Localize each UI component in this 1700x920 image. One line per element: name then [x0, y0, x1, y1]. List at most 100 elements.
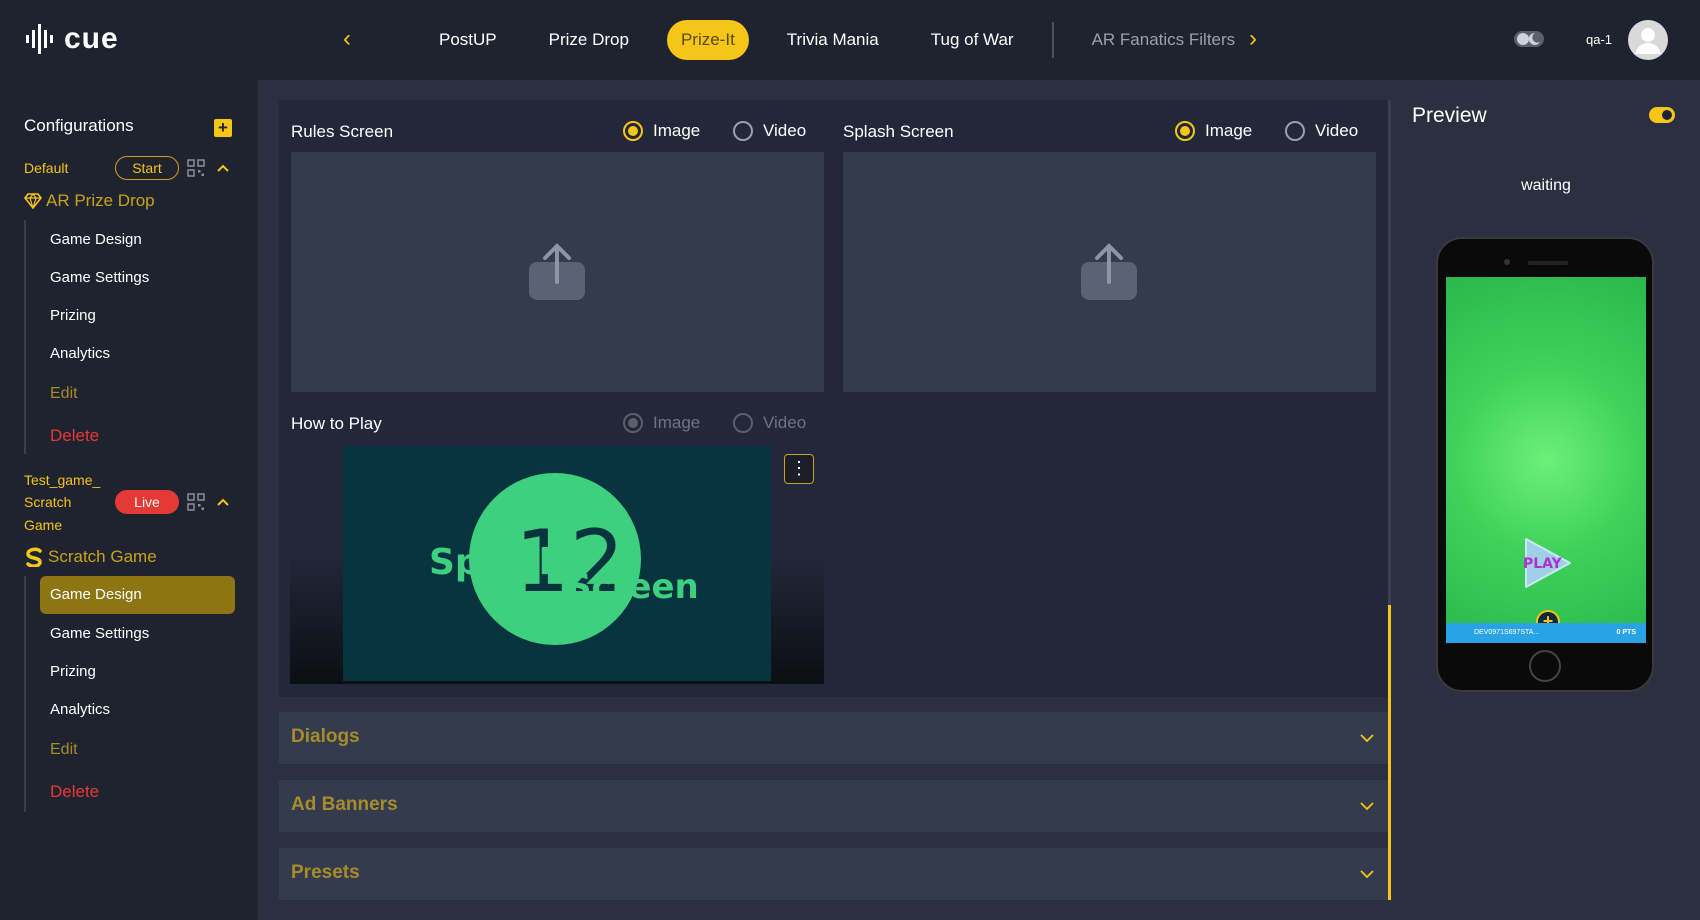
- tabs-next-icon[interactable]: ›: [1243, 27, 1263, 52]
- radio-dot: [733, 413, 753, 433]
- splash-logo-graphic: 12 Splash Screen: [429, 473, 699, 645]
- tree-line: [24, 576, 26, 812]
- radio-label: Video: [763, 121, 807, 140]
- tab-tug-of-war[interactable]: Tug of War: [917, 20, 1028, 60]
- live-badge[interactable]: Live: [115, 490, 179, 514]
- phone-camera: [1504, 259, 1510, 265]
- more-options-button[interactable]: ⋮: [784, 454, 814, 484]
- tabs-prev-icon[interactable]: ‹: [337, 27, 357, 52]
- menu-game-settings[interactable]: Game Settings: [50, 269, 149, 286]
- menu-analytics[interactable]: Analytics: [50, 345, 110, 362]
- rules-upload-dropzone[interactable]: [291, 152, 824, 392]
- radio-label: Image: [653, 413, 701, 432]
- preview-toggle[interactable]: [1649, 107, 1675, 123]
- cue-logo-icon: [26, 24, 53, 54]
- rules-video-radio[interactable]: Video: [733, 121, 806, 141]
- tree-line: [24, 220, 26, 454]
- how-to-play-media[interactable]: 12 Splash Screen ⋮: [290, 446, 824, 684]
- rules-screen-label: Rules Screen: [291, 122, 394, 141]
- configurations-title: Configurations: [24, 116, 134, 135]
- how-to-play-label: How to Play: [291, 414, 382, 433]
- add-configuration-button[interactable]: +: [214, 119, 232, 137]
- start-badge[interactable]: Start: [115, 156, 179, 180]
- config-name-line-2[interactable]: Scratch: [24, 491, 71, 513]
- splash-upload-dropzone[interactable]: [843, 152, 1376, 392]
- phone-bottom-bar: DEV0971S697STA... 0 PTS: [1446, 623, 1646, 643]
- phone-screen: PLAY + DEV0971S697STA... 0 PTS: [1446, 277, 1646, 643]
- preview-status: waiting: [1521, 177, 1571, 194]
- tabs-divider: [1051, 22, 1054, 58]
- radio-label: Video: [763, 413, 807, 432]
- tab-prize-drop[interactable]: Prize Drop: [535, 20, 643, 60]
- accordion-dialogs[interactable]: Dialogs: [279, 712, 1389, 764]
- game-type-ar-prize-drop: AR Prize Drop: [24, 191, 155, 211]
- splash-image-radio[interactable]: Image: [1175, 121, 1252, 141]
- game-tabs: PostUP Prize Drop Prize-It Trivia Mania …: [425, 20, 1273, 60]
- scratch-s-icon: [26, 547, 42, 567]
- logo-text: cue: [64, 22, 119, 55]
- qr-code-icon[interactable]: [187, 493, 205, 511]
- radio-dot: [623, 413, 643, 433]
- menu-game-design-active[interactable]: Game Design: [40, 576, 235, 614]
- game-type-scratch-game: Scratch Game: [24, 547, 157, 567]
- how-to-play-video-radio[interactable]: Video: [733, 413, 806, 433]
- menu-prizing[interactable]: Prizing: [50, 307, 96, 324]
- preview-title: Preview: [1412, 104, 1487, 127]
- radio-dot: [733, 121, 753, 141]
- accordion-label: Presets: [291, 862, 360, 883]
- splash-screen-label: Splash Screen: [843, 122, 954, 141]
- radio-dot: [1285, 121, 1305, 141]
- tab-prize-it[interactable]: Prize-It: [666, 20, 749, 60]
- menu-analytics[interactable]: Analytics: [50, 701, 110, 718]
- avatar[interactable]: [1628, 20, 1668, 60]
- play-label: PLAY: [1523, 556, 1563, 572]
- menu-prizing[interactable]: Prizing: [50, 663, 96, 680]
- tab-postup[interactable]: PostUP: [425, 20, 511, 60]
- splash-screen-image: 12 Splash Screen: [343, 446, 771, 681]
- user-name[interactable]: qa-1: [1586, 32, 1612, 47]
- splash-video-radio[interactable]: Video: [1285, 121, 1358, 141]
- app-logo[interactable]: cue: [24, 22, 119, 56]
- tab-trivia-mania[interactable]: Trivia Mania: [773, 20, 893, 60]
- user-icon: [1635, 28, 1661, 54]
- chevron-down-icon: [1360, 734, 1374, 743]
- collapse-icon[interactable]: [216, 161, 230, 175]
- theme-toggle-icon[interactable]: [1513, 28, 1545, 50]
- accordion-presets[interactable]: Presets: [279, 848, 1389, 900]
- config-name-default[interactable]: Default: [24, 157, 68, 179]
- qr-code-icon[interactable]: [187, 159, 205, 177]
- how-to-play-image-radio[interactable]: Image: [623, 413, 700, 433]
- menu-delete[interactable]: Delete: [50, 426, 99, 446]
- player-id: DEV0971S697STA...: [1474, 629, 1540, 636]
- media-text-1: Splash: [429, 542, 564, 583]
- radio-dot: [1175, 121, 1195, 141]
- upload-icon: [529, 243, 585, 300]
- accordion-ad-banners[interactable]: Ad Banners: [279, 780, 1389, 832]
- player-points: 0 PTS: [1616, 629, 1636, 636]
- preview-card: waiting PLAY + DEV0971S697STA... 0 PTS: [1412, 147, 1680, 900]
- media-text-2: Screen: [567, 567, 699, 607]
- menu-game-design[interactable]: Game Design: [50, 231, 142, 248]
- phone-speaker: [1528, 261, 1568, 265]
- menu-game-settings[interactable]: Game Settings: [50, 625, 149, 642]
- radio-label: Image: [653, 121, 701, 140]
- config-name-line-1[interactable]: Test_game_: [24, 469, 100, 491]
- rules-image-radio[interactable]: Image: [623, 121, 700, 141]
- collapse-icon[interactable]: [216, 495, 230, 509]
- game-type-label: Scratch Game: [48, 547, 157, 566]
- radio-dot: [623, 121, 643, 141]
- chevron-down-icon: [1360, 870, 1374, 879]
- tab-ar-fanatics-filters[interactable]: AR Fanatics Filters: [1078, 20, 1250, 60]
- chevron-down-icon: [1360, 802, 1374, 811]
- menu-edit[interactable]: Edit: [50, 385, 78, 403]
- phone-mockup: PLAY + DEV0971S697STA... 0 PTS: [1436, 237, 1654, 692]
- play-button[interactable]: PLAY: [1518, 535, 1574, 591]
- menu-edit[interactable]: Edit: [50, 741, 78, 759]
- game-type-label: AR Prize Drop: [46, 191, 155, 210]
- main-scrollbar-thumb[interactable]: [1388, 605, 1391, 900]
- menu-delete[interactable]: Delete: [50, 782, 99, 802]
- top-bar: cue ‹ PostUP Prize Drop Prize-It Trivia …: [0, 0, 1700, 80]
- config-name-line-3[interactable]: Game: [24, 514, 62, 536]
- radio-label: Image: [1205, 121, 1253, 140]
- accordion-label: Ad Banners: [291, 794, 398, 815]
